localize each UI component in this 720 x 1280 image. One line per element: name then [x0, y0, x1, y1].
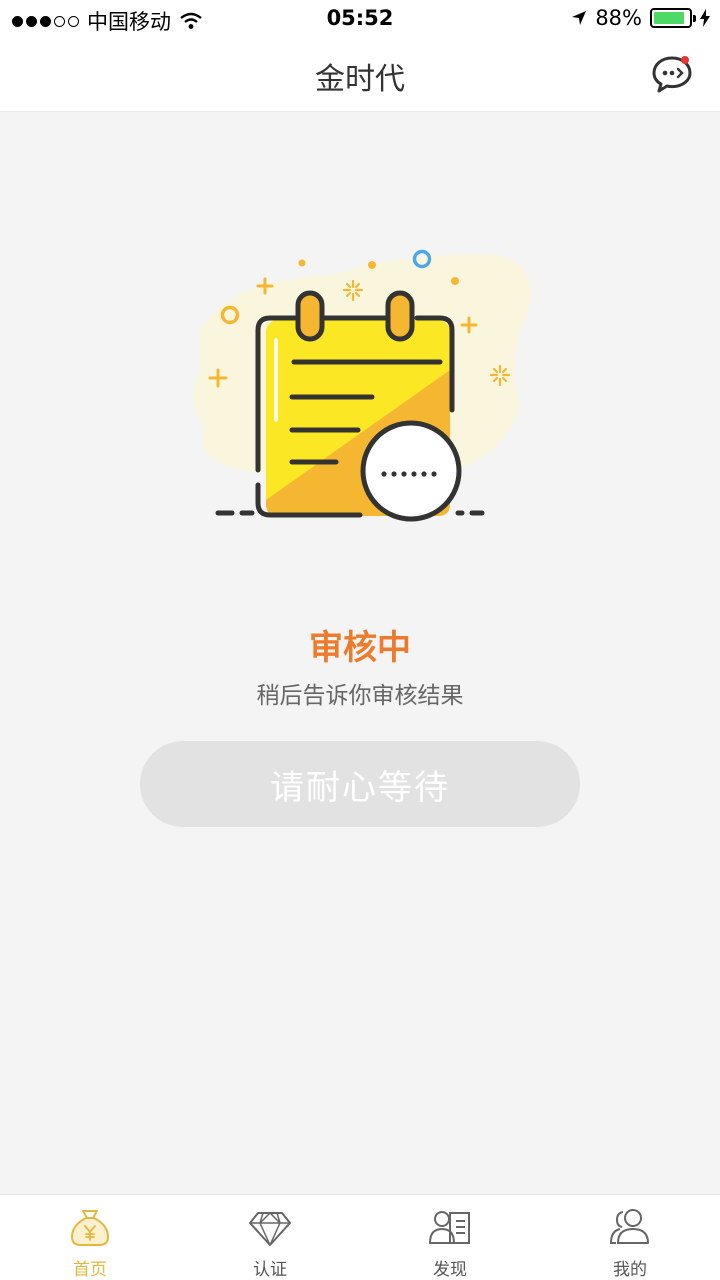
- review-status-description: 稍后告诉你审核结果: [256, 683, 464, 709]
- status-right: 88%: [571, 6, 710, 30]
- battery-percent: 88%: [595, 6, 642, 30]
- battery-icon: [650, 8, 696, 28]
- tab-home[interactable]: 首页: [0, 1195, 180, 1280]
- tab-discover-label: 发现: [433, 1260, 467, 1280]
- chat-bubble-icon: [652, 56, 692, 93]
- ellipsis-bubble-icon: [360, 420, 462, 522]
- location-arrow-icon: [572, 11, 587, 25]
- users-icon: [609, 1209, 649, 1244]
- tab-certification[interactable]: 认证: [180, 1195, 360, 1280]
- money-bag-icon: [71, 1210, 109, 1246]
- tab-discover[interactable]: 发现: [360, 1195, 540, 1280]
- review-pending-illustration: [193, 249, 532, 522]
- wait-button[interactable]: 请耐心等待: [140, 741, 580, 827]
- charging-bolt-icon: [700, 9, 710, 27]
- tab-mine-label: 我的: [613, 1260, 647, 1280]
- review-status-title: 审核中: [309, 628, 411, 668]
- tab-certification-label: 认证: [253, 1260, 287, 1280]
- tab-bar: 首页 认证 发现 我的: [0, 1194, 720, 1280]
- status-bar: 中国移动 05:52 88%: [0, 0, 720, 40]
- tab-mine[interactable]: 我的: [540, 1195, 720, 1280]
- message-button[interactable]: [650, 52, 694, 96]
- diamond-icon: [249, 1212, 291, 1246]
- profile-card-icon: [429, 1211, 470, 1244]
- nav-bar: 金时代: [0, 40, 720, 112]
- tab-home-label: 首页: [73, 1260, 107, 1280]
- page-title: 金时代: [315, 62, 405, 97]
